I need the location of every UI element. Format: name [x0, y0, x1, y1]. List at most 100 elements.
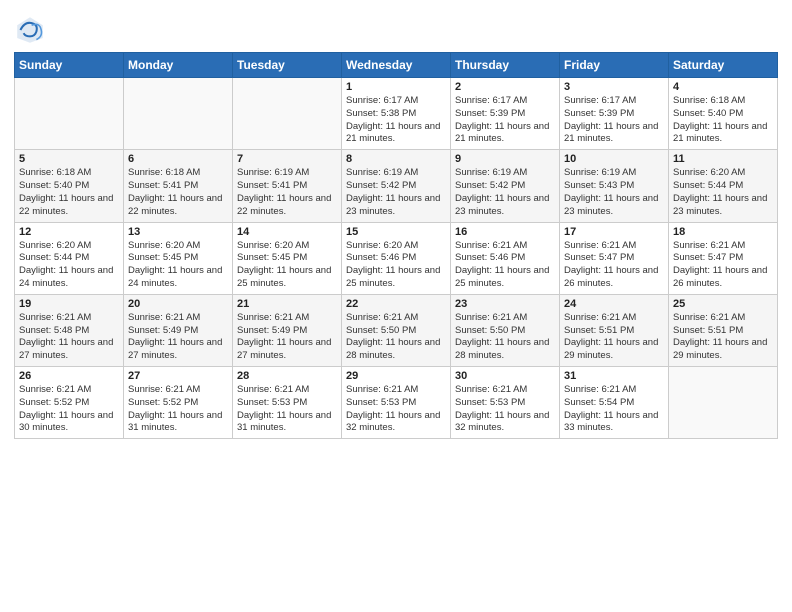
day-number: 8	[346, 153, 446, 165]
calendar-cell: 9 Sunrise: 6:19 AM Sunset: 5:42 PM Daylig…	[451, 150, 560, 222]
calendar-weekday-friday: Friday	[560, 53, 669, 78]
day-info: Sunrise: 6:18 AM Sunset: 5:40 PM Dayligh…	[19, 167, 119, 218]
day-number: 10	[564, 153, 664, 165]
header	[14, 10, 778, 46]
day-number: 25	[673, 298, 773, 310]
day-info: Sunrise: 6:21 AM Sunset: 5:49 PM Dayligh…	[237, 312, 337, 363]
day-number: 14	[237, 226, 337, 238]
day-number: 21	[237, 298, 337, 310]
day-number: 1	[346, 81, 446, 93]
day-number: 20	[128, 298, 228, 310]
day-number: 16	[455, 226, 555, 238]
day-number: 30	[455, 370, 555, 382]
day-info: Sunrise: 6:19 AM Sunset: 5:42 PM Dayligh…	[346, 167, 446, 218]
calendar-week-4: 19 Sunrise: 6:21 AM Sunset: 5:48 PM Dayli…	[15, 294, 778, 366]
calendar-cell: 27 Sunrise: 6:21 AM Sunset: 5:52 PM Dayli…	[124, 367, 233, 439]
calendar-cell: 14 Sunrise: 6:20 AM Sunset: 5:45 PM Dayli…	[233, 222, 342, 294]
day-info: Sunrise: 6:21 AM Sunset: 5:46 PM Dayligh…	[455, 240, 555, 291]
calendar-cell: 26 Sunrise: 6:21 AM Sunset: 5:52 PM Dayli…	[15, 367, 124, 439]
day-info: Sunrise: 6:21 AM Sunset: 5:54 PM Dayligh…	[564, 384, 664, 435]
day-number: 6	[128, 153, 228, 165]
day-number: 18	[673, 226, 773, 238]
day-number: 17	[564, 226, 664, 238]
day-number: 31	[564, 370, 664, 382]
calendar-weekday-saturday: Saturday	[669, 53, 778, 78]
calendar-cell: 30 Sunrise: 6:21 AM Sunset: 5:53 PM Dayli…	[451, 367, 560, 439]
calendar-cell: 23 Sunrise: 6:21 AM Sunset: 5:50 PM Dayli…	[451, 294, 560, 366]
calendar-cell: 15Sunrise: 6:20 AM Sunset: 5:46 PM Dayli…	[342, 222, 451, 294]
calendar-weekday-monday: Monday	[124, 53, 233, 78]
day-info: Sunrise: 6:20 AM Sunset: 5:44 PM Dayligh…	[19, 240, 119, 291]
calendar-cell: 7Sunrise: 6:19 AM Sunset: 5:41 PM Daylig…	[233, 150, 342, 222]
day-info: Sunrise: 6:21 AM Sunset: 5:47 PM Dayligh…	[673, 240, 773, 291]
calendar-week-1: 1Sunrise: 6:17 AM Sunset: 5:38 PM Daylig…	[15, 78, 778, 150]
calendar-cell: 21 Sunrise: 6:21 AM Sunset: 5:49 PM Dayli…	[233, 294, 342, 366]
day-info: Sunrise: 6:20 AM Sunset: 5:46 PM Dayligh…	[346, 240, 446, 291]
calendar-cell: 18 Sunrise: 6:21 AM Sunset: 5:47 PM Dayli…	[669, 222, 778, 294]
calendar-cell: 17 Sunrise: 6:21 AM Sunset: 5:47 PM Dayli…	[560, 222, 669, 294]
day-info: Sunrise: 6:21 AM Sunset: 5:50 PM Dayligh…	[346, 312, 446, 363]
calendar-cell: 19 Sunrise: 6:21 AM Sunset: 5:48 PM Dayli…	[15, 294, 124, 366]
calendar-weekday-thursday: Thursday	[451, 53, 560, 78]
calendar-cell: 6 Sunrise: 6:18 AM Sunset: 5:41 PM Daylig…	[124, 150, 233, 222]
day-info: Sunrise: 6:19 AM Sunset: 5:42 PM Dayligh…	[455, 167, 555, 218]
day-number: 9	[455, 153, 555, 165]
day-info: Sunrise: 6:20 AM Sunset: 5:45 PM Dayligh…	[128, 240, 228, 291]
day-number: 12	[19, 226, 119, 238]
day-number: 23	[455, 298, 555, 310]
day-number: 2	[455, 81, 555, 93]
day-info: Sunrise: 6:21 AM Sunset: 5:50 PM Dayligh…	[455, 312, 555, 363]
day-info: Sunrise: 6:21 AM Sunset: 5:53 PM Dayligh…	[455, 384, 555, 435]
day-number: 3	[564, 81, 664, 93]
calendar-header-row: SundayMondayTuesdayWednesdayThursdayFrid…	[15, 53, 778, 78]
day-number: 13	[128, 226, 228, 238]
day-info: Sunrise: 6:20 AM Sunset: 5:45 PM Dayligh…	[237, 240, 337, 291]
day-number: 26	[19, 370, 119, 382]
day-info: Sunrise: 6:18 AM Sunset: 5:40 PM Dayligh…	[673, 95, 773, 146]
day-info: Sunrise: 6:21 AM Sunset: 5:53 PM Dayligh…	[346, 384, 446, 435]
calendar-cell: 31 Sunrise: 6:21 AM Sunset: 5:54 PM Dayli…	[560, 367, 669, 439]
day-number: 5	[19, 153, 119, 165]
day-number: 7	[237, 153, 337, 165]
day-number: 29	[346, 370, 446, 382]
calendar-cell	[233, 78, 342, 150]
page: SundayMondayTuesdayWednesdayThursdayFrid…	[0, 0, 792, 612]
calendar-cell: 4 Sunrise: 6:18 AM Sunset: 5:40 PM Daylig…	[669, 78, 778, 150]
day-number: 19	[19, 298, 119, 310]
day-number: 22	[346, 298, 446, 310]
calendar-table: SundayMondayTuesdayWednesdayThursdayFrid…	[14, 52, 778, 439]
day-number: 4	[673, 81, 773, 93]
calendar-cell: 2Sunrise: 6:17 AM Sunset: 5:39 PM Daylig…	[451, 78, 560, 150]
calendar-cell: 3 Sunrise: 6:17 AM Sunset: 5:39 PM Daylig…	[560, 78, 669, 150]
calendar-cell	[15, 78, 124, 150]
day-info: Sunrise: 6:21 AM Sunset: 5:52 PM Dayligh…	[19, 384, 119, 435]
calendar-cell: 29 Sunrise: 6:21 AM Sunset: 5:53 PM Dayli…	[342, 367, 451, 439]
calendar-week-2: 5 Sunrise: 6:18 AM Sunset: 5:40 PM Daylig…	[15, 150, 778, 222]
calendar-cell: 8 Sunrise: 6:19 AM Sunset: 5:42 PM Daylig…	[342, 150, 451, 222]
calendar-weekday-sunday: Sunday	[15, 53, 124, 78]
day-info: Sunrise: 6:20 AM Sunset: 5:44 PM Dayligh…	[673, 167, 773, 218]
day-info: Sunrise: 6:18 AM Sunset: 5:41 PM Dayligh…	[128, 167, 228, 218]
calendar-cell	[124, 78, 233, 150]
calendar-cell: 10 Sunrise: 6:19 AM Sunset: 5:43 PM Dayli…	[560, 150, 669, 222]
calendar-cell: 1Sunrise: 6:17 AM Sunset: 5:38 PM Daylig…	[342, 78, 451, 150]
day-info: Sunrise: 6:21 AM Sunset: 5:47 PM Dayligh…	[564, 240, 664, 291]
calendar-cell	[669, 367, 778, 439]
day-number: 28	[237, 370, 337, 382]
day-number: 11	[673, 153, 773, 165]
calendar-weekday-wednesday: Wednesday	[342, 53, 451, 78]
day-info: Sunrise: 6:17 AM Sunset: 5:39 PM Dayligh…	[564, 95, 664, 146]
day-info: Sunrise: 6:21 AM Sunset: 5:48 PM Dayligh…	[19, 312, 119, 363]
calendar-cell: 16 Sunrise: 6:21 AM Sunset: 5:46 PM Dayli…	[451, 222, 560, 294]
day-info: Sunrise: 6:21 AM Sunset: 5:51 PM Dayligh…	[564, 312, 664, 363]
day-info: Sunrise: 6:19 AM Sunset: 5:43 PM Dayligh…	[564, 167, 664, 218]
calendar-week-5: 26 Sunrise: 6:21 AM Sunset: 5:52 PM Dayli…	[15, 367, 778, 439]
calendar-cell: 22 Sunrise: 6:21 AM Sunset: 5:50 PM Dayli…	[342, 294, 451, 366]
calendar-cell: 11 Sunrise: 6:20 AM Sunset: 5:44 PM Dayli…	[669, 150, 778, 222]
day-info: Sunrise: 6:21 AM Sunset: 5:52 PM Dayligh…	[128, 384, 228, 435]
calendar-cell: 24 Sunrise: 6:21 AM Sunset: 5:51 PM Dayli…	[560, 294, 669, 366]
day-number: 27	[128, 370, 228, 382]
day-info: Sunrise: 6:21 AM Sunset: 5:49 PM Dayligh…	[128, 312, 228, 363]
day-number: 24	[564, 298, 664, 310]
calendar-cell: 5 Sunrise: 6:18 AM Sunset: 5:40 PM Daylig…	[15, 150, 124, 222]
